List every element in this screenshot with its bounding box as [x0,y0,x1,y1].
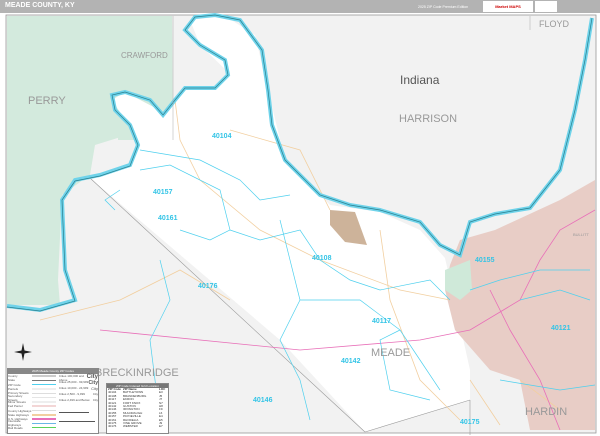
county-label-crawford: CRAWFORD [121,51,168,60]
zip-table-row: 40176 WEBSTER E7 [107,424,168,429]
county-label-harrison: HARRISON [399,113,457,125]
county-label-perry: PERRY [28,95,66,107]
zip-table-cell: E7 [159,424,163,429]
zip-label: 40175 [460,419,480,426]
county-label-bullitt: BULLITT [573,232,590,237]
zip-code-table: ZIP Code Indexed Grid Location ZIP Code Z… [106,383,169,434]
scale-bar [58,421,95,422]
zip-table-cell: WEBSTER [123,424,138,429]
county-label-breckinridge: BRECKINRIDGE [95,367,179,379]
county-label-meade: MEADE [371,347,410,359]
county-label-hardin: HARDIN [525,406,567,418]
zip-label: 40108 [312,255,332,262]
zip-label: 40142 [341,358,361,365]
zip-label: 40121 [551,325,571,332]
county-label-floyd: FLOYD [539,19,570,29]
zip-label: 40161 [158,215,178,222]
city-size-row: Cities 2,499 and Below City [58,398,98,402]
scale-bar [58,412,89,413]
zip-label: 40157 [153,189,173,196]
state-label-indiana: Indiana [400,73,440,87]
zip-table-cell: 40176 [108,424,117,429]
zip-label: 40104 [212,133,232,140]
zip-label: 40146 [253,397,273,404]
map-legend: 2025 Meade County ZIP Codes County State… [7,368,99,434]
legend-item: Rail Roads [8,426,57,430]
zip-label: 40155 [475,257,495,264]
zip-label: 40176 [198,283,218,290]
zip-label: 40117 [372,318,391,325]
